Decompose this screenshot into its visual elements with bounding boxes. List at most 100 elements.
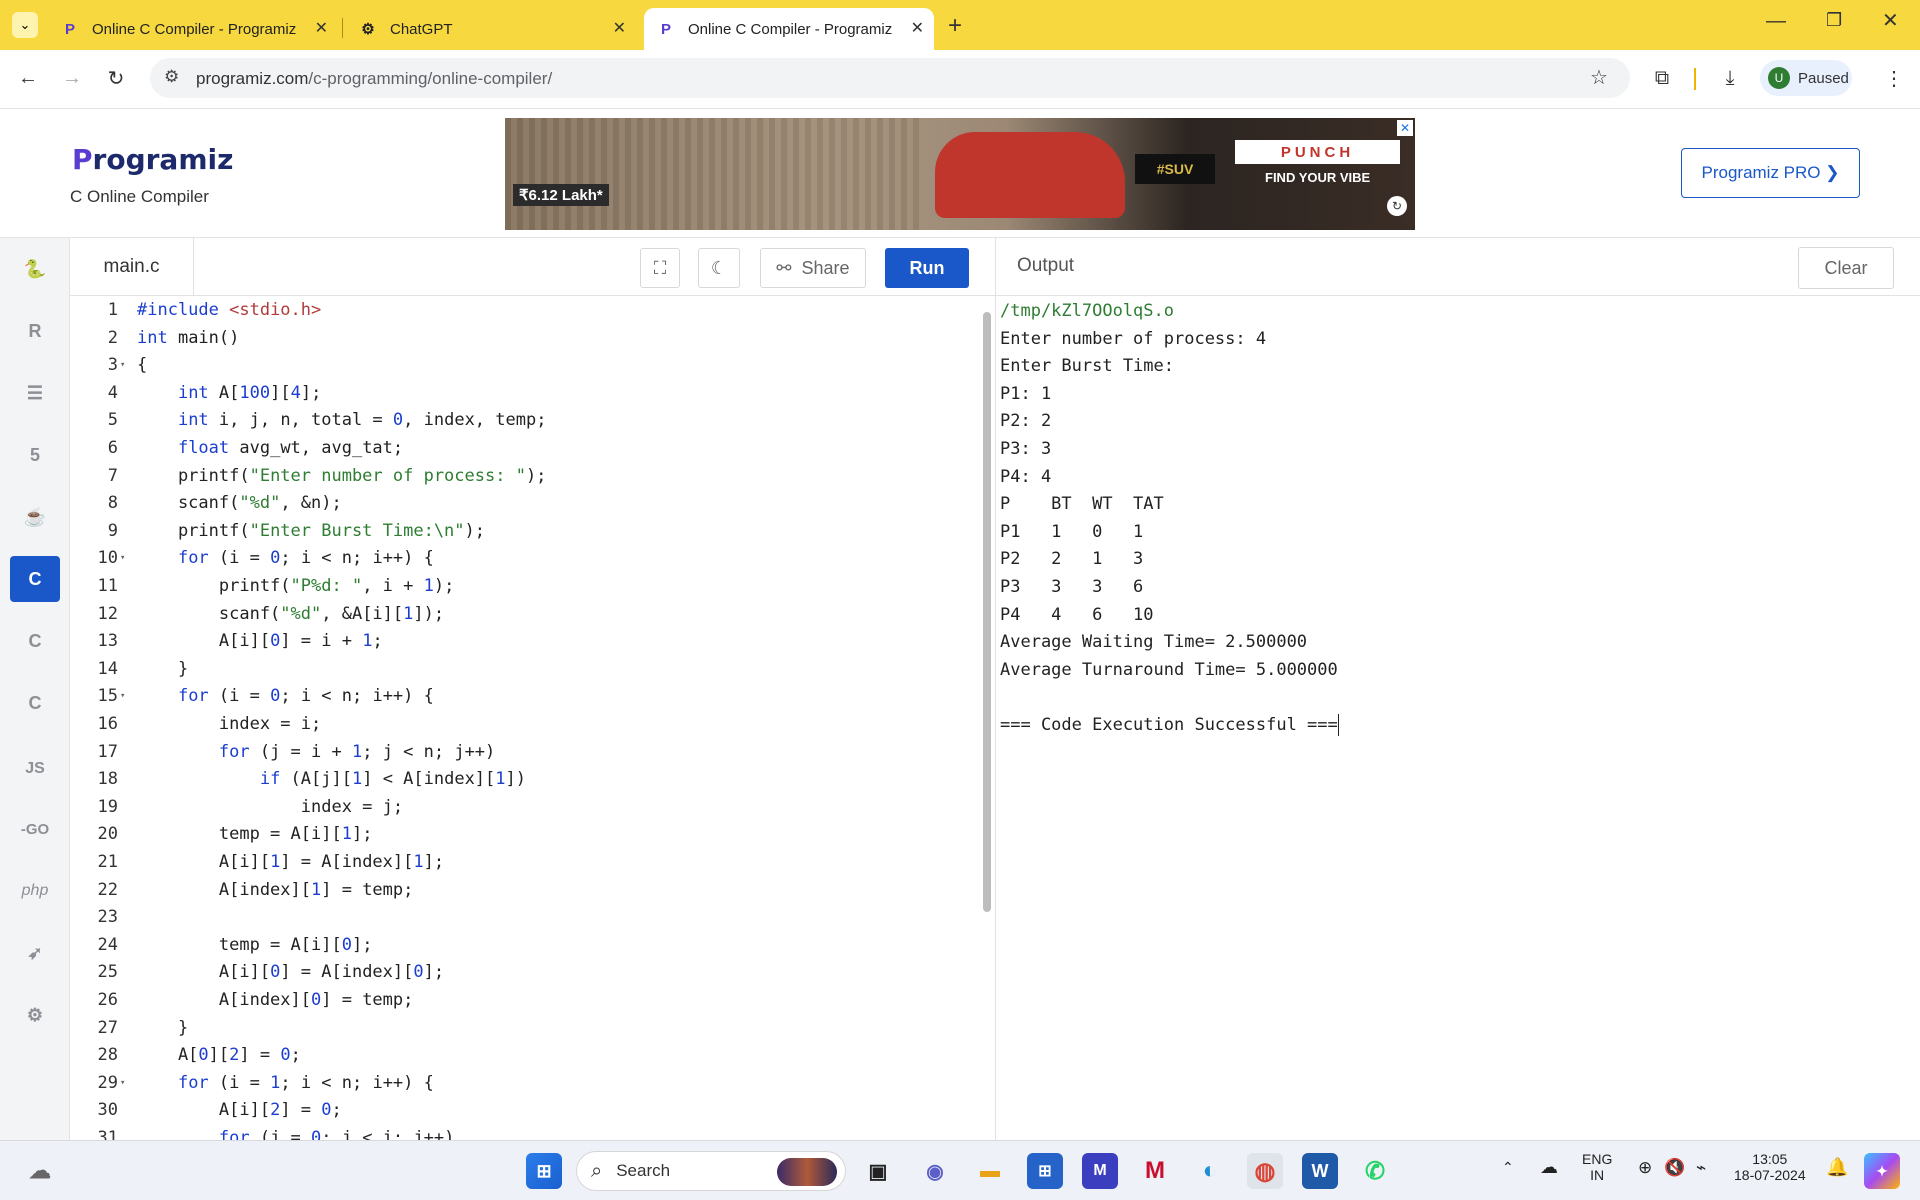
language-indicator[interactable]: ENG IN bbox=[1582, 1151, 1612, 1183]
volume-muted-icon[interactable]: 🔇 bbox=[1664, 1158, 1685, 1178]
fold-arrow-icon[interactable]: ▾ bbox=[120, 360, 125, 370]
line-number: 27 bbox=[97, 1017, 118, 1038]
javascript-icon[interactable]: JS bbox=[10, 746, 60, 792]
code-line: printf("Enter number of process: "); bbox=[137, 465, 547, 486]
tab-title: Online C Compiler - Programiz bbox=[92, 20, 297, 38]
output-line: P2 2 1 3 bbox=[1000, 549, 1144, 570]
app-icon[interactable]: M bbox=[1082, 1153, 1118, 1189]
microsoft-store-icon[interactable]: ⊞ bbox=[1027, 1153, 1063, 1189]
ad-replay-icon[interactable]: ↻ bbox=[1387, 196, 1407, 216]
sql-database-icon[interactable]: ☰ bbox=[10, 370, 60, 416]
file-explorer-icon[interactable]: ▬ bbox=[972, 1153, 1008, 1189]
line-number: 12 bbox=[97, 603, 118, 624]
forward-icon[interactable]: → bbox=[56, 62, 88, 94]
chrome-icon[interactable]: ◍ bbox=[1247, 1153, 1283, 1189]
pane-divider[interactable] bbox=[995, 238, 996, 1140]
network-icon[interactable]: ⊕ bbox=[1638, 1158, 1652, 1178]
onedrive-icon[interactable]: ☁ bbox=[1540, 1157, 1558, 1178]
teams-chat-icon[interactable]: ◉ bbox=[917, 1153, 953, 1189]
battery-icon[interactable]: ⌁ bbox=[1696, 1158, 1706, 1178]
file-tab[interactable]: main.c bbox=[70, 238, 194, 296]
profile-button[interactable]: U Paused bbox=[1760, 60, 1852, 96]
menu-kebab-icon[interactable]: ⋮ bbox=[1878, 62, 1910, 94]
csharp-icon[interactable]: C bbox=[10, 680, 60, 726]
ad-close-icon[interactable]: ✕ bbox=[1397, 120, 1413, 136]
swift-icon[interactable]: ➶ bbox=[10, 930, 60, 976]
search-icon: ⌕ bbox=[591, 1159, 603, 1182]
php-icon[interactable]: php bbox=[10, 868, 60, 914]
fold-arrow-icon[interactable]: ▾ bbox=[120, 1078, 125, 1088]
programiz-logo[interactable]: Programiz bbox=[72, 143, 233, 176]
taskbar-search[interactable]: ⌕ Search bbox=[576, 1151, 846, 1191]
code-line: { bbox=[137, 355, 148, 376]
line-number: 14 bbox=[97, 658, 118, 679]
code-line: int i, j, n, total = 0, index, temp; bbox=[177, 410, 547, 431]
share-button[interactable]: ⚯ Share bbox=[760, 248, 866, 288]
window-close-icon[interactable]: ✕ bbox=[1882, 8, 1899, 33]
clock[interactable]: 13:05 18-07-2024 bbox=[1734, 1151, 1806, 1183]
tab-close-icon[interactable]: ✕ bbox=[315, 18, 328, 38]
new-tab-icon[interactable]: + bbox=[948, 12, 962, 40]
run-button[interactable]: Run bbox=[885, 248, 969, 288]
editor-scrollbar[interactable] bbox=[983, 312, 991, 912]
code-line: int A[100][4]; bbox=[177, 382, 322, 403]
bookmark-star-icon[interactable]: ☆ bbox=[1590, 65, 1608, 90]
copilot-icon[interactable]: ✦ bbox=[1864, 1153, 1900, 1189]
minimize-icon[interactable]: — bbox=[1766, 10, 1786, 33]
mcafee-icon[interactable]: M bbox=[1137, 1153, 1173, 1189]
code-editor[interactable]: 1 #include <stdio.h> 2 int main() 3 ▾{4 int A… bbox=[70, 296, 980, 1140]
code-line: A[index][1] = temp; bbox=[137, 879, 414, 900]
task-view-icon[interactable]: ▣ bbox=[860, 1153, 896, 1189]
restore-icon[interactable]: ❐ bbox=[1826, 10, 1842, 31]
code-line: temp = A[i][0]; bbox=[137, 934, 373, 955]
tab-close-icon[interactable]: ✕ bbox=[613, 18, 626, 38]
programiz-pro-button[interactable]: Programiz PRO ❯ bbox=[1681, 148, 1860, 198]
line-number: 13 bbox=[97, 631, 118, 652]
browser-tab-1[interactable]: P Online C Compiler - Programiz ✕ bbox=[48, 8, 338, 50]
fold-arrow-icon[interactable]: ▾ bbox=[120, 553, 125, 563]
browser-tab-3-active[interactable]: P Online C Compiler - Programiz ✕ bbox=[644, 8, 934, 50]
advertisement-banner[interactable]: ₹6.12 Lakh* #SUV PUNCH FIND YOUR VIBE ✕ … bbox=[505, 118, 1415, 230]
fullscreen-icon[interactable]: ⛶ bbox=[640, 248, 680, 288]
reload-icon[interactable]: ↻ bbox=[100, 62, 132, 94]
java-icon[interactable]: ☕ bbox=[10, 494, 60, 540]
browser-tab-strip: ⌄ P Online C Compiler - Programiz ✕ ⚙ Ch… bbox=[0, 0, 1920, 50]
fold-arrow-icon[interactable]: ▾ bbox=[120, 691, 125, 701]
clear-button[interactable]: Clear bbox=[1798, 247, 1894, 289]
dark-mode-icon[interactable]: ☾ bbox=[698, 248, 740, 288]
download-icon[interactable]: ⤓ bbox=[1714, 62, 1746, 94]
windows-start-icon[interactable]: ⊞ bbox=[526, 1153, 562, 1189]
output-line: Average Waiting Time= 2.500000 bbox=[1000, 632, 1308, 653]
whatsapp-icon[interactable]: ✆ bbox=[1357, 1153, 1393, 1189]
tab-search-icon[interactable]: ⌄ bbox=[12, 12, 38, 38]
notifications-bell-icon[interactable]: 🔔 bbox=[1826, 1157, 1848, 1178]
line-number: 6 bbox=[107, 438, 118, 458]
html-icon[interactable]: 5 bbox=[10, 432, 60, 478]
address-bar[interactable]: ⚙ programiz.com/c-programming/online-com… bbox=[150, 58, 1630, 98]
site-info-icon[interactable]: ⚙ bbox=[164, 67, 179, 87]
go-icon[interactable]: -GO bbox=[10, 806, 60, 852]
code-line: int main() bbox=[137, 327, 240, 348]
output-console[interactable]: /tmp/kZl7OOolqS.o Enter number of process… bbox=[1000, 298, 1900, 740]
word-icon[interactable]: W bbox=[1302, 1153, 1338, 1189]
cpp-icon[interactable]: C bbox=[10, 618, 60, 664]
windows-taskbar: ☁ ⊞ ⌕ Search ▣ ◉ ▬ ⊞ M M ◐ ◍ W ✆ ⌃ ☁ ENG… bbox=[0, 1140, 1920, 1200]
python-icon[interactable]: 🐍 bbox=[10, 246, 60, 292]
line-number: 18 bbox=[97, 769, 118, 790]
output-line: Enter number of process: 4 bbox=[1000, 328, 1267, 349]
edge-icon[interactable]: ◐ bbox=[1192, 1153, 1228, 1189]
extensions-icon[interactable]: ⧉ bbox=[1646, 62, 1678, 94]
output-line: P3: 3 bbox=[1000, 438, 1052, 459]
r-icon[interactable]: R bbox=[10, 308, 60, 354]
output-line: === Code Execution Successful === bbox=[1000, 713, 1339, 736]
line-number: 7 bbox=[107, 465, 118, 486]
c-icon[interactable]: C bbox=[10, 556, 60, 602]
code-line: for (i = 1; i < n; i++) { bbox=[177, 1072, 434, 1093]
weather-widget-icon[interactable]: ☁ bbox=[22, 1153, 58, 1189]
tab-close-icon[interactable]: ✕ bbox=[911, 18, 924, 38]
tray-overflow-icon[interactable]: ⌃ bbox=[1502, 1159, 1514, 1176]
rust-icon[interactable]: ⚙ bbox=[10, 992, 60, 1038]
back-icon[interactable]: ← bbox=[12, 62, 44, 94]
browser-tab-2[interactable]: ⚙ ChatGPT ✕ bbox=[346, 8, 636, 50]
